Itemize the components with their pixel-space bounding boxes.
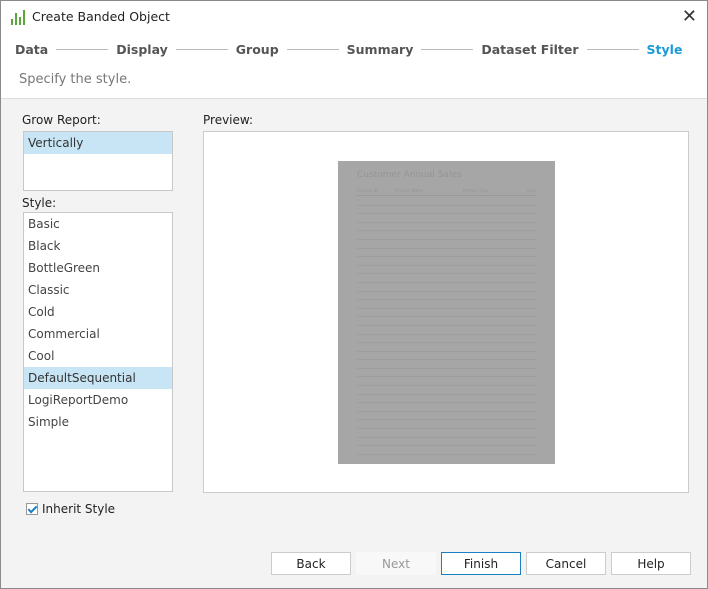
step-style: Style	[646, 42, 683, 57]
report-row	[357, 214, 536, 223]
grow-report-list[interactable]: Vertically	[23, 131, 173, 191]
list-item[interactable]: Cool	[24, 345, 172, 367]
list-item[interactable]: BottleGreen	[24, 257, 172, 279]
report-header-row: Product ID Product Name Product Type Tot…	[357, 188, 536, 196]
column-header: Product ID	[357, 188, 378, 193]
report-rows	[357, 197, 536, 455]
wizard-steps: Data Display Group Summary Dataset Filte…	[15, 42, 682, 57]
inherit-style-label: Inherit Style	[42, 502, 116, 516]
cancel-button[interactable]: Cancel	[526, 552, 606, 575]
report-row	[357, 343, 536, 352]
divider	[421, 49, 474, 50]
report-row	[357, 300, 536, 309]
divider	[586, 49, 639, 50]
report-row	[357, 386, 536, 395]
report-row	[357, 395, 536, 404]
list-item[interactable]: Black	[24, 235, 172, 257]
finish-button[interactable]: Finish	[441, 552, 521, 575]
divider	[56, 49, 109, 50]
column-header: Total	[526, 188, 536, 193]
report-row	[357, 240, 536, 249]
help-button[interactable]: Help	[611, 552, 691, 575]
report-preview-image: Customer Annual Sales Product ID Product…	[338, 161, 555, 464]
report-row	[357, 335, 536, 344]
step-data: Data	[15, 42, 49, 57]
step-description: Specify the style.	[19, 72, 132, 87]
back-button[interactable]: Back	[271, 552, 351, 575]
step-dataset-filter: Dataset Filter	[481, 42, 579, 57]
report-row	[357, 292, 536, 301]
report-row	[357, 257, 536, 266]
title-bar: Create Banded Object ✕	[1, 1, 707, 32]
report-row	[357, 317, 536, 326]
column-header: Product Type	[463, 188, 489, 193]
report-row	[357, 360, 536, 369]
report-row	[357, 377, 536, 387]
list-item[interactable]: LogiReportDemo	[24, 389, 172, 411]
list-item[interactable]: Vertically	[24, 132, 172, 154]
report-row	[357, 249, 536, 258]
report-row	[357, 352, 536, 361]
inherit-style-checkbox[interactable]: Inherit Style	[26, 502, 115, 516]
style-list[interactable]: Basic Black BottleGreen Classic Cold Com…	[23, 212, 173, 492]
list-item[interactable]: Cold	[24, 301, 172, 323]
step-group: Group	[235, 42, 279, 57]
style-label: Style:	[22, 196, 57, 210]
preview-label: Preview:	[203, 113, 254, 127]
report-row	[357, 274, 536, 283]
list-item[interactable]: Classic	[24, 279, 172, 301]
report-row	[357, 446, 536, 455]
report-row	[357, 412, 536, 421]
list-item[interactable]: DefaultSequential	[24, 367, 172, 389]
divider	[175, 49, 228, 50]
report-row	[357, 429, 536, 438]
report-row	[357, 197, 536, 206]
report-row	[357, 206, 536, 215]
banded-object-icon	[11, 9, 25, 25]
close-icon[interactable]: ✕	[682, 6, 697, 27]
report-row	[357, 231, 536, 240]
preview-panel: Customer Annual Sales Product ID Product…	[203, 131, 689, 493]
report-row	[357, 326, 536, 335]
report-row	[357, 369, 536, 378]
next-button[interactable]: Next	[356, 552, 436, 575]
report-title: Customer Annual Sales	[357, 170, 462, 180]
report-row	[357, 309, 536, 318]
dialog-window: Create Banded Object ✕ Data Display Grou…	[0, 0, 708, 589]
report-row	[357, 223, 536, 232]
report-row	[357, 283, 536, 292]
divider	[286, 49, 339, 50]
list-item[interactable]: Commercial	[24, 323, 172, 345]
list-item[interactable]: Basic	[24, 213, 172, 235]
report-row	[357, 420, 536, 430]
wizard-header: Data Display Group Summary Dataset Filte…	[1, 32, 707, 99]
grow-report-label: Grow Report:	[22, 113, 101, 127]
column-header: Product Name	[395, 188, 424, 193]
window-title: Create Banded Object	[32, 9, 170, 24]
list-item[interactable]: Simple	[24, 411, 172, 433]
report-row	[357, 266, 536, 275]
step-summary: Summary	[346, 42, 414, 57]
report-row	[357, 403, 536, 412]
checkbox-checked-icon[interactable]	[26, 503, 38, 515]
report-row	[357, 438, 536, 447]
step-display: Display	[116, 42, 168, 57]
